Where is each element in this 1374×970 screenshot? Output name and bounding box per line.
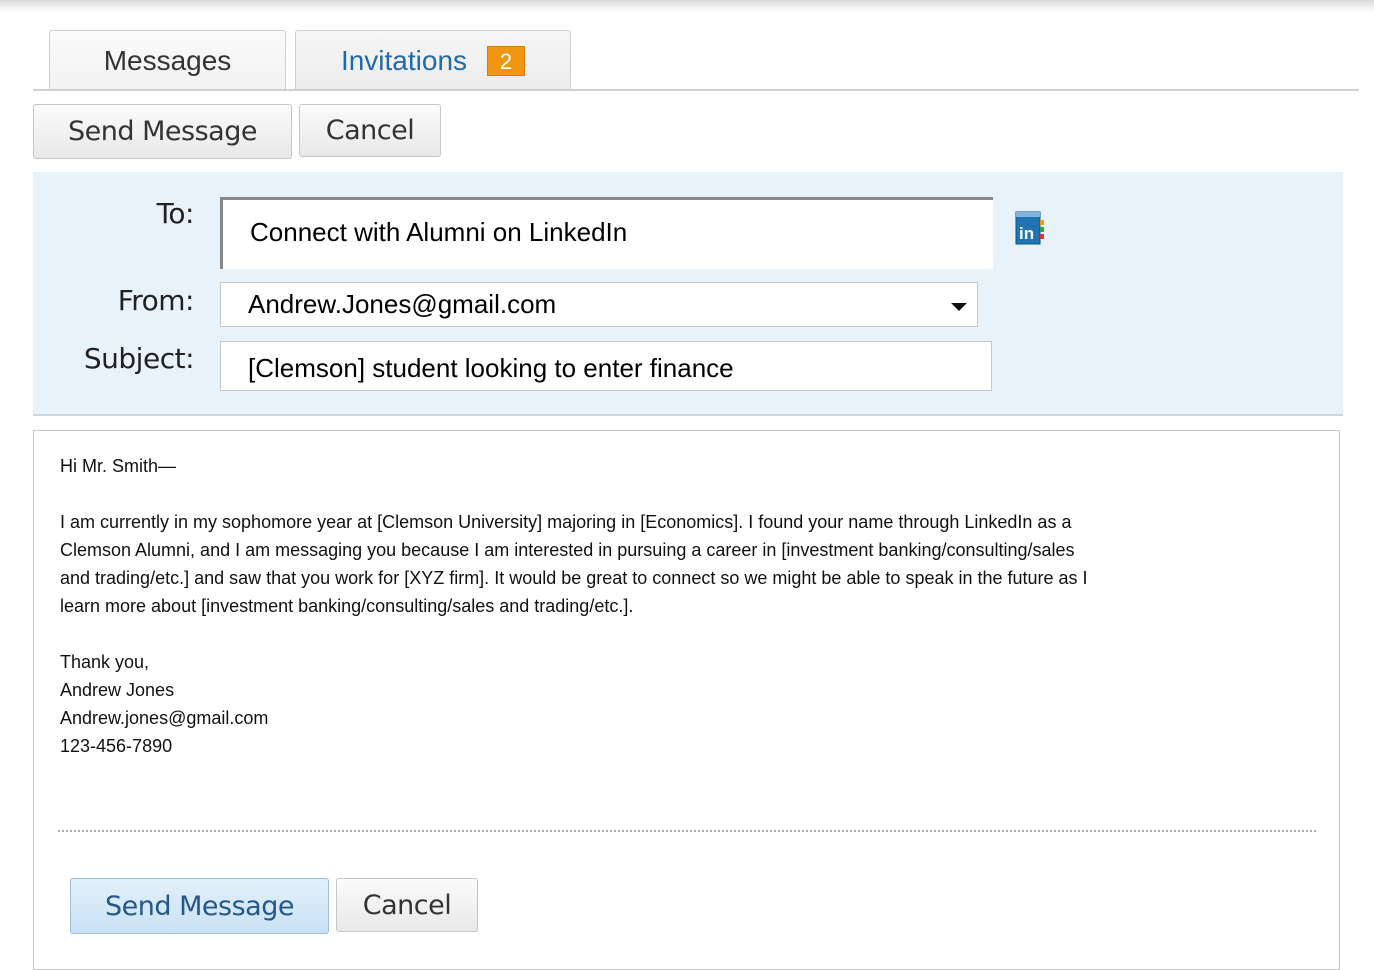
signature-phone: 123-456-7890 <box>60 736 173 756</box>
subject-value: [Clemson] student looking to enter finan… <box>248 352 734 383</box>
cancel-button-top[interactable]: Cancel <box>299 104 441 157</box>
message-closing: Thank you, <box>60 652 150 672</box>
signature-email: Andrew.jones@gmail.com <box>60 708 269 728</box>
top-shadow <box>0 0 1374 12</box>
to-value: Connect with Alumni on LinkedIn <box>250 217 628 247</box>
tab-messages-label: Messages <box>103 44 232 76</box>
dotted-divider <box>58 830 1316 832</box>
invitations-count-badge: 2 <box>487 45 526 76</box>
tab-divider <box>33 89 1359 91</box>
tab-messages[interactable]: Messages <box>49 30 286 90</box>
to-label: To: <box>156 197 195 230</box>
chevron-down-icon[interactable] <box>951 303 967 311</box>
message-line-3: and trading/etc.] and saw that you work … <box>60 568 1088 588</box>
subject-input[interactable]: [Clemson] student looking to enter finan… <box>220 341 992 391</box>
message-line-4: learn more about [investment banking/con… <box>60 596 634 616</box>
svg-text:in: in <box>1019 224 1034 243</box>
linkedin-address-book-icon[interactable]: in <box>1015 211 1044 245</box>
tab-invitations[interactable]: Invitations 2 <box>295 30 571 90</box>
send-message-button-bottom[interactable]: Send Message <box>70 878 329 934</box>
tab-invitations-label: Invitations <box>340 44 468 76</box>
subject-label: Subject: <box>83 342 195 375</box>
send-message-button-top[interactable]: Send Message <box>33 104 292 159</box>
message-greeting: Hi Mr. Smith— <box>60 456 177 476</box>
message-line-1: I am currently in my sophomore year at [… <box>60 512 1072 532</box>
cancel-button-bottom[interactable]: Cancel <box>336 878 478 932</box>
from-select[interactable]: Andrew.Jones@gmail.com <box>220 282 978 327</box>
to-field[interactable]: Connect with Alumni on LinkedIn <box>220 197 993 269</box>
message-line-2: Clemson Alumni, and I am messaging you b… <box>60 540 1075 560</box>
from-label: From: <box>117 284 195 317</box>
from-value: Andrew.Jones@gmail.com <box>248 289 557 319</box>
signature-name: Andrew Jones <box>60 680 175 700</box>
